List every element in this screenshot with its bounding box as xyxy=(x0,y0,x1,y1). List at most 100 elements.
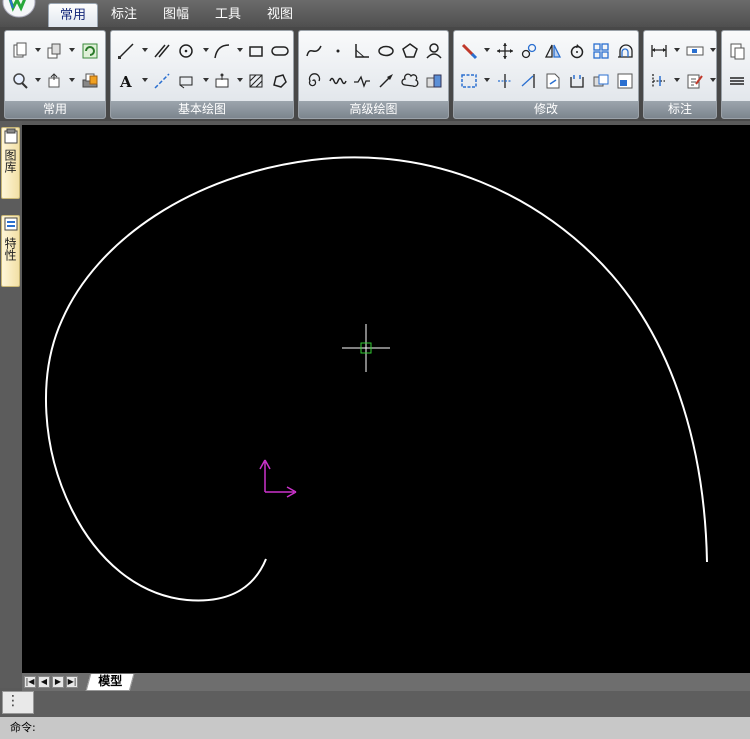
dot-icon[interactable] xyxy=(327,40,349,62)
lines-icon[interactable] xyxy=(726,70,748,92)
annotation-edit-icon[interactable] xyxy=(684,70,706,92)
coordinate-dropdown-icon[interactable] xyxy=(674,78,680,82)
nav-first-button[interactable]: |◀ xyxy=(24,676,36,688)
tolerance-icon[interactable] xyxy=(684,40,706,62)
menu-tab-tools[interactable]: 工具 xyxy=(204,3,252,27)
line-dropdown-icon[interactable] xyxy=(142,48,148,52)
slot-icon[interactable] xyxy=(269,40,291,62)
break-icon[interactable] xyxy=(566,70,588,92)
menu-tab-common[interactable]: 常用 xyxy=(48,3,98,28)
nav-last-button[interactable]: ▶| xyxy=(66,676,78,688)
ribbon-group-basic-draw: A 基本绘图 xyxy=(110,30,294,119)
command-line[interactable]: 命令: xyxy=(0,717,750,739)
array-icon[interactable] xyxy=(590,40,612,62)
ribbon-group-label: 修改 xyxy=(454,101,638,118)
spiral-curve[interactable] xyxy=(45,156,708,602)
point-icon[interactable] xyxy=(211,70,233,92)
copy-dropdown-icon[interactable] xyxy=(69,48,75,52)
block-dropdown-icon[interactable] xyxy=(203,78,209,82)
nav-prev-button[interactable]: ◀ xyxy=(38,676,50,688)
nav-next-button[interactable]: ▶ xyxy=(52,676,64,688)
app-logo-icon[interactable] xyxy=(2,0,36,18)
move-icon[interactable] xyxy=(494,40,516,62)
ribbon-group-label: 标注 xyxy=(644,101,716,118)
command-area: ⋮ 命令: xyxy=(0,691,750,739)
pan-dropdown-icon[interactable] xyxy=(69,78,75,82)
helix-icon[interactable] xyxy=(303,70,325,92)
explode-icon[interactable] xyxy=(590,70,612,92)
mirror-icon[interactable] xyxy=(542,40,564,62)
break-line-icon[interactable] xyxy=(327,70,349,92)
text-dropdown-icon[interactable] xyxy=(142,78,148,82)
drawing-canvas[interactable] xyxy=(22,125,750,673)
crosshair-cursor xyxy=(342,324,390,372)
trim-icon[interactable] xyxy=(494,70,516,92)
side-tab-library[interactable]: 图库 xyxy=(1,127,20,199)
side-tab-label: 图库 xyxy=(3,149,17,173)
layout-tab-model-label: 模型 xyxy=(98,674,123,688)
menu-tab-frame[interactable]: 图幅 xyxy=(152,3,200,27)
arc-icon[interactable] xyxy=(211,40,233,62)
centerline-icon[interactable] xyxy=(151,70,173,92)
dimension-dropdown-icon[interactable] xyxy=(674,48,680,52)
ribbon: 常用 A 基本绘图 高级绘图 修改 标注 xyxy=(0,27,750,121)
print-icon[interactable] xyxy=(79,70,101,92)
new-dropdown-icon[interactable] xyxy=(35,48,41,52)
arc-dropdown-icon[interactable] xyxy=(237,48,243,52)
polygon-icon[interactable] xyxy=(399,40,421,62)
select-box-icon[interactable] xyxy=(458,70,480,92)
point-dropdown-icon[interactable] xyxy=(237,78,243,82)
angle-line-icon[interactable] xyxy=(351,40,373,62)
circle-dropdown-icon[interactable] xyxy=(203,48,209,52)
ribbon-group-label: 基本绘图 xyxy=(111,101,293,118)
table-icon[interactable] xyxy=(423,70,445,92)
linear-dimension-icon[interactable] xyxy=(648,40,670,62)
side-tab-label: 特性 xyxy=(3,237,17,261)
cloud-icon[interactable] xyxy=(399,70,421,92)
ellipse-icon[interactable] xyxy=(375,40,397,62)
new-file-icon[interactable] xyxy=(9,40,31,62)
extend-icon[interactable] xyxy=(518,70,540,92)
menu-tab-dimension[interactable]: 标注 xyxy=(100,3,148,27)
region-icon[interactable] xyxy=(269,70,291,92)
side-panel: 图库 特性 xyxy=(0,121,22,688)
annotation-dropdown-icon[interactable] xyxy=(710,78,716,82)
offset-icon[interactable] xyxy=(614,40,636,62)
layout-tab-bar: |◀ ◀ ▶ ▶| 模型 xyxy=(22,673,750,691)
select-dropdown-icon[interactable] xyxy=(484,78,490,82)
text-icon[interactable]: A xyxy=(115,70,137,92)
spline-icon[interactable] xyxy=(303,40,325,62)
block-insert-icon[interactable] xyxy=(175,70,197,92)
zoom-dropdown-icon[interactable] xyxy=(35,78,41,82)
menu-tab-view[interactable]: 视图 xyxy=(256,3,304,27)
coordinate-dimension-icon[interactable] xyxy=(648,70,670,92)
circle-icon[interactable] xyxy=(175,40,197,62)
layout-tab-model[interactable]: 模型 xyxy=(85,674,135,691)
ucs-icon xyxy=(259,459,297,498)
pan-icon[interactable] xyxy=(43,70,65,92)
ribbon-group-advanced-draw: 高级绘图 xyxy=(298,30,449,119)
wave-line-icon[interactable] xyxy=(423,40,445,62)
copy-object-icon[interactable] xyxy=(518,40,540,62)
ribbon-group-partial xyxy=(721,30,750,119)
erase-dropdown-icon[interactable] xyxy=(484,48,490,52)
erase-icon[interactable] xyxy=(458,40,480,62)
rotate-icon[interactable] xyxy=(566,40,588,62)
parallel-line-icon[interactable] xyxy=(151,40,173,62)
refresh-icon[interactable] xyxy=(79,40,101,62)
side-tab-properties[interactable]: 特性 xyxy=(1,215,20,287)
zoom-icon[interactable] xyxy=(9,70,31,92)
document-icon[interactable] xyxy=(726,40,748,62)
command-window-handle[interactable]: ⋮ xyxy=(2,691,34,714)
properties-icon[interactable] xyxy=(614,70,636,92)
tolerance-dropdown-icon[interactable] xyxy=(710,48,716,52)
copy-icon[interactable] xyxy=(43,40,65,62)
sine-icon[interactable] xyxy=(351,70,373,92)
ribbon-group-label: 高级绘图 xyxy=(299,101,448,118)
arrow-icon[interactable] xyxy=(375,70,397,92)
hatch-icon[interactable] xyxy=(245,70,267,92)
stretch-icon[interactable] xyxy=(542,70,564,92)
svg-text:A: A xyxy=(119,73,132,90)
rectangle-icon[interactable] xyxy=(245,40,267,62)
line-icon[interactable] xyxy=(115,40,137,62)
